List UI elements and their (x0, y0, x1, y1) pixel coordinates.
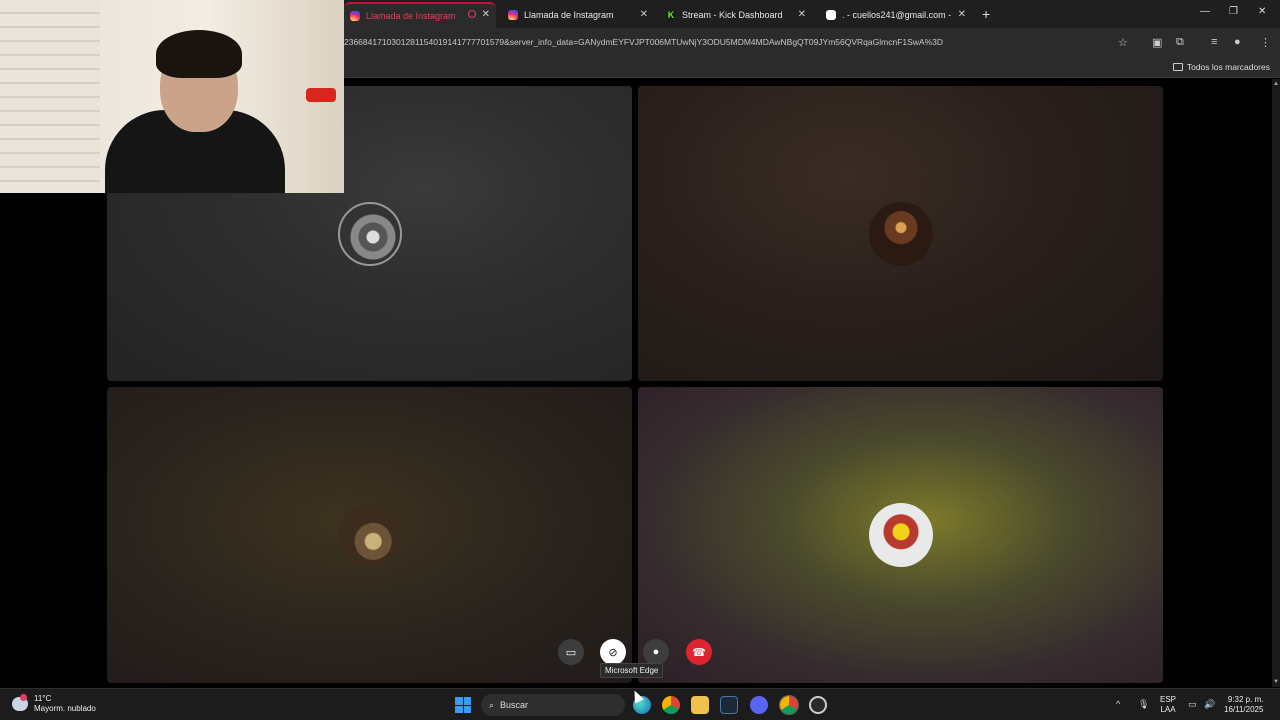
star-icon[interactable]: ☆ (1118, 36, 1128, 49)
language-indicator[interactable]: ESP LAA (1160, 695, 1176, 715)
tab-label: . - cuellos241@gmail.com - Gm (842, 10, 952, 20)
file-explorer-icon[interactable] (691, 696, 709, 714)
taskbar-search[interactable]: ⌕ Buscar (481, 694, 625, 716)
folder-icon (1172, 63, 1183, 71)
tab-label: Llamada de Instagram (366, 11, 456, 21)
weather-widget[interactable]: 11°C Mayorm. nublado (12, 694, 96, 714)
url-field[interactable]: 236684171030128115401914177770157​9&serv… (344, 37, 943, 47)
instagram-icon (508, 10, 518, 20)
scrollbar[interactable]: ▲ ▼ (1272, 79, 1280, 687)
toy-car (306, 88, 336, 102)
person-hair (156, 30, 242, 78)
tab-instagram-call[interactable]: Llamada de Instagram ✕ (502, 4, 654, 26)
media-controls-icon[interactable]: ≡ (1211, 36, 1217, 48)
weather-temperature: 11°C (34, 694, 52, 703)
steam-icon[interactable] (720, 696, 738, 714)
tab-kick-dashboard[interactable]: K Stream - Kick Dashboard ✕ (660, 4, 812, 26)
close-window-icon[interactable]: ✕ (1258, 6, 1266, 17)
tooltip: Microsoft Edge (600, 663, 664, 678)
close-icon[interactable]: ✕ (798, 9, 806, 20)
search-icon: ⌕ (489, 699, 495, 710)
share-screen-icon: ▭ (565, 646, 577, 659)
weather-description: Mayorm. nublado (34, 704, 96, 713)
participant-tile-4[interactable] (638, 387, 1163, 683)
clock[interactable]: 9:32 p. m. 16/11/2025 (1224, 695, 1263, 715)
microphone-icon: ● (652, 646, 660, 658)
start-button[interactable] (455, 697, 471, 713)
restore-icon[interactable]: ❐ (1229, 6, 1238, 17)
screen: Llamada de Instagram ✕ Llamada de Instag… (0, 0, 1280, 720)
minimize-icon[interactable]: — (1200, 6, 1210, 17)
participant-4-avatar (868, 503, 933, 567)
chevron-up-icon[interactable]: ^ (1116, 699, 1120, 709)
participant-1-avatar (337, 202, 402, 266)
webcam-overlay (0, 0, 344, 193)
recording-icon (468, 10, 476, 18)
participant-3-avatar (337, 503, 402, 567)
kick-icon: K (666, 10, 676, 20)
language-code: ESP (1160, 695, 1177, 704)
clock-time: 9:32 p. m. (1227, 695, 1264, 704)
instagram-icon (350, 11, 360, 21)
menu-icon[interactable]: ⋮ (1260, 36, 1271, 49)
all-bookmarks-label: Todos los marcadores (1186, 62, 1270, 72)
keyboard-layout: LAA (1160, 705, 1176, 714)
camera-off-button[interactable]: ⊘ (600, 639, 626, 665)
discord-icon[interactable] (750, 696, 768, 714)
share-screen-button[interactable]: ▭ (558, 639, 584, 665)
chrome-icon[interactable] (662, 696, 680, 714)
scroll-up-icon[interactable]: ▲ (1273, 81, 1279, 87)
scroll-down-icon[interactable]: ▼ (1273, 679, 1279, 685)
volume-icon[interactable]: 🔊 (1204, 699, 1215, 710)
search-placeholder: Buscar (500, 700, 529, 710)
participant-tile-3[interactable] (107, 387, 632, 683)
tab-label: Llamada de Instagram (524, 10, 614, 20)
network-icon[interactable]: ▭ (1188, 699, 1197, 710)
microphone-button[interactable]: ● (643, 639, 669, 665)
profile-avatar-icon[interactable]: ● (1234, 36, 1241, 48)
end-call-button[interactable]: ☎ (686, 639, 712, 665)
gmail-icon (826, 10, 836, 20)
window-blinds (0, 0, 100, 193)
tab-label: Stream - Kick Dashboard (682, 10, 783, 20)
participant-tile-2[interactable] (638, 86, 1163, 381)
tab-search-icon[interactable]: ▣ (1152, 36, 1162, 49)
cloud-icon (12, 694, 28, 711)
close-icon[interactable]: ✕ (482, 9, 490, 20)
app-icon[interactable] (809, 696, 827, 714)
phone-hangup-icon: ☎ (692, 646, 706, 659)
close-icon[interactable]: ✕ (640, 9, 648, 20)
microphone-tray-icon[interactable]: 🎙 (1138, 699, 1149, 710)
clock-date: 16/11/2025 (1224, 705, 1264, 714)
camera-off-icon: ⊘ (608, 646, 618, 659)
close-icon[interactable]: ✕ (958, 9, 966, 20)
tab-instagram-call-active[interactable]: Llamada de Instagram ✕ (344, 2, 496, 28)
chrome-profile-icon[interactable] (779, 695, 799, 715)
new-tab-button[interactable]: + (982, 6, 990, 22)
extensions-icon[interactable]: ⧉ (1176, 36, 1184, 49)
all-bookmarks-button[interactable]: Todos los marcadores (1172, 62, 1270, 72)
tab-gmail[interactable]: . - cuellos241@gmail.com - Gm ✕ (820, 4, 972, 26)
participant-2-avatar (868, 202, 933, 266)
